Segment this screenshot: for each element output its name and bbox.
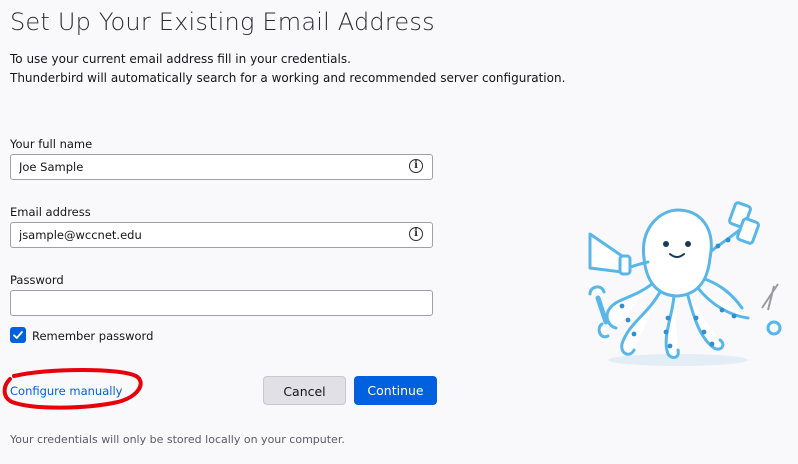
footer-note: Your credentials will only be stored loc…: [10, 433, 345, 446]
remember-password-label[interactable]: Remember password: [32, 329, 153, 343]
full-name-label: Your full name: [10, 137, 93, 151]
info-icon[interactable]: i: [409, 159, 423, 173]
checkmark-icon: [13, 331, 23, 339]
intro-line-2: Thunderbird will automatically search fo…: [10, 71, 566, 85]
page-title: Set Up Your Existing Email Address: [10, 8, 435, 36]
octopus-mascot-illustration: [588, 201, 782, 366]
intro-line-1: To use your current email address fill i…: [10, 52, 351, 66]
remember-password-checkbox[interactable]: [10, 327, 26, 343]
email-field[interactable]: i: [10, 222, 433, 248]
password-label: Password: [10, 273, 64, 287]
password-input[interactable]: [19, 295, 399, 311]
info-icon[interactable]: i: [409, 227, 423, 241]
email-input[interactable]: [19, 227, 399, 243]
configure-manually-link[interactable]: Configure manually: [10, 384, 122, 398]
full-name-input[interactable]: [19, 159, 399, 175]
password-field[interactable]: [10, 290, 433, 316]
cancel-button[interactable]: Cancel: [263, 376, 346, 405]
continue-button[interactable]: Continue: [354, 376, 437, 405]
email-label: Email address: [10, 205, 91, 219]
full-name-field[interactable]: i: [10, 154, 433, 180]
intro-text: To use your current email address fill i…: [10, 50, 565, 88]
